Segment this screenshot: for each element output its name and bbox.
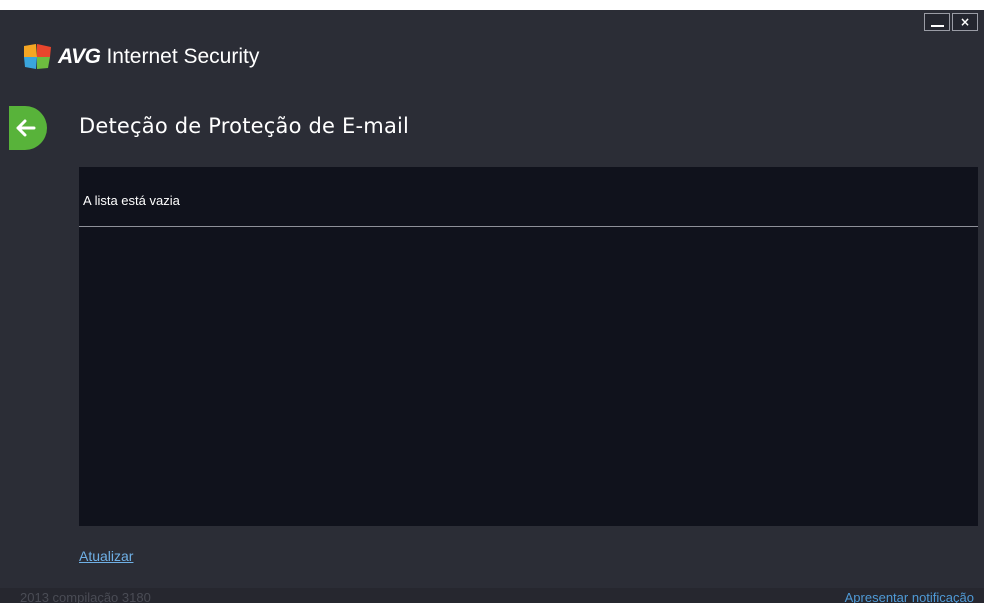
refresh-link[interactable]: Atualizar bbox=[79, 548, 133, 564]
app-title: AVG Internet Security bbox=[24, 44, 259, 70]
window-controls: × bbox=[924, 13, 978, 31]
minimize-icon bbox=[930, 25, 944, 27]
detection-list: A lista está vazia bbox=[79, 167, 978, 526]
page-title: Deteção de Proteção de E-mail bbox=[79, 114, 410, 138]
product-name: Internet Security bbox=[106, 45, 260, 68]
list-empty-message: A lista está vazia bbox=[79, 167, 978, 227]
close-icon: × bbox=[959, 15, 971, 29]
brand-name: AVG bbox=[58, 45, 101, 68]
minimize-button[interactable] bbox=[924, 13, 950, 31]
avg-logo-icon bbox=[24, 44, 51, 69]
close-button[interactable]: × bbox=[952, 13, 978, 31]
back-button[interactable] bbox=[9, 106, 47, 150]
footer-bar: 2013 compilação 3180 Apresentar notifica… bbox=[0, 588, 984, 603]
show-notification-link[interactable]: Apresentar notificação bbox=[845, 590, 974, 603]
app-window: × AVG Internet Security Deteção de Prote… bbox=[0, 10, 984, 603]
arrow-left-icon bbox=[16, 119, 36, 137]
build-info: 2013 compilação 3180 bbox=[20, 590, 151, 603]
